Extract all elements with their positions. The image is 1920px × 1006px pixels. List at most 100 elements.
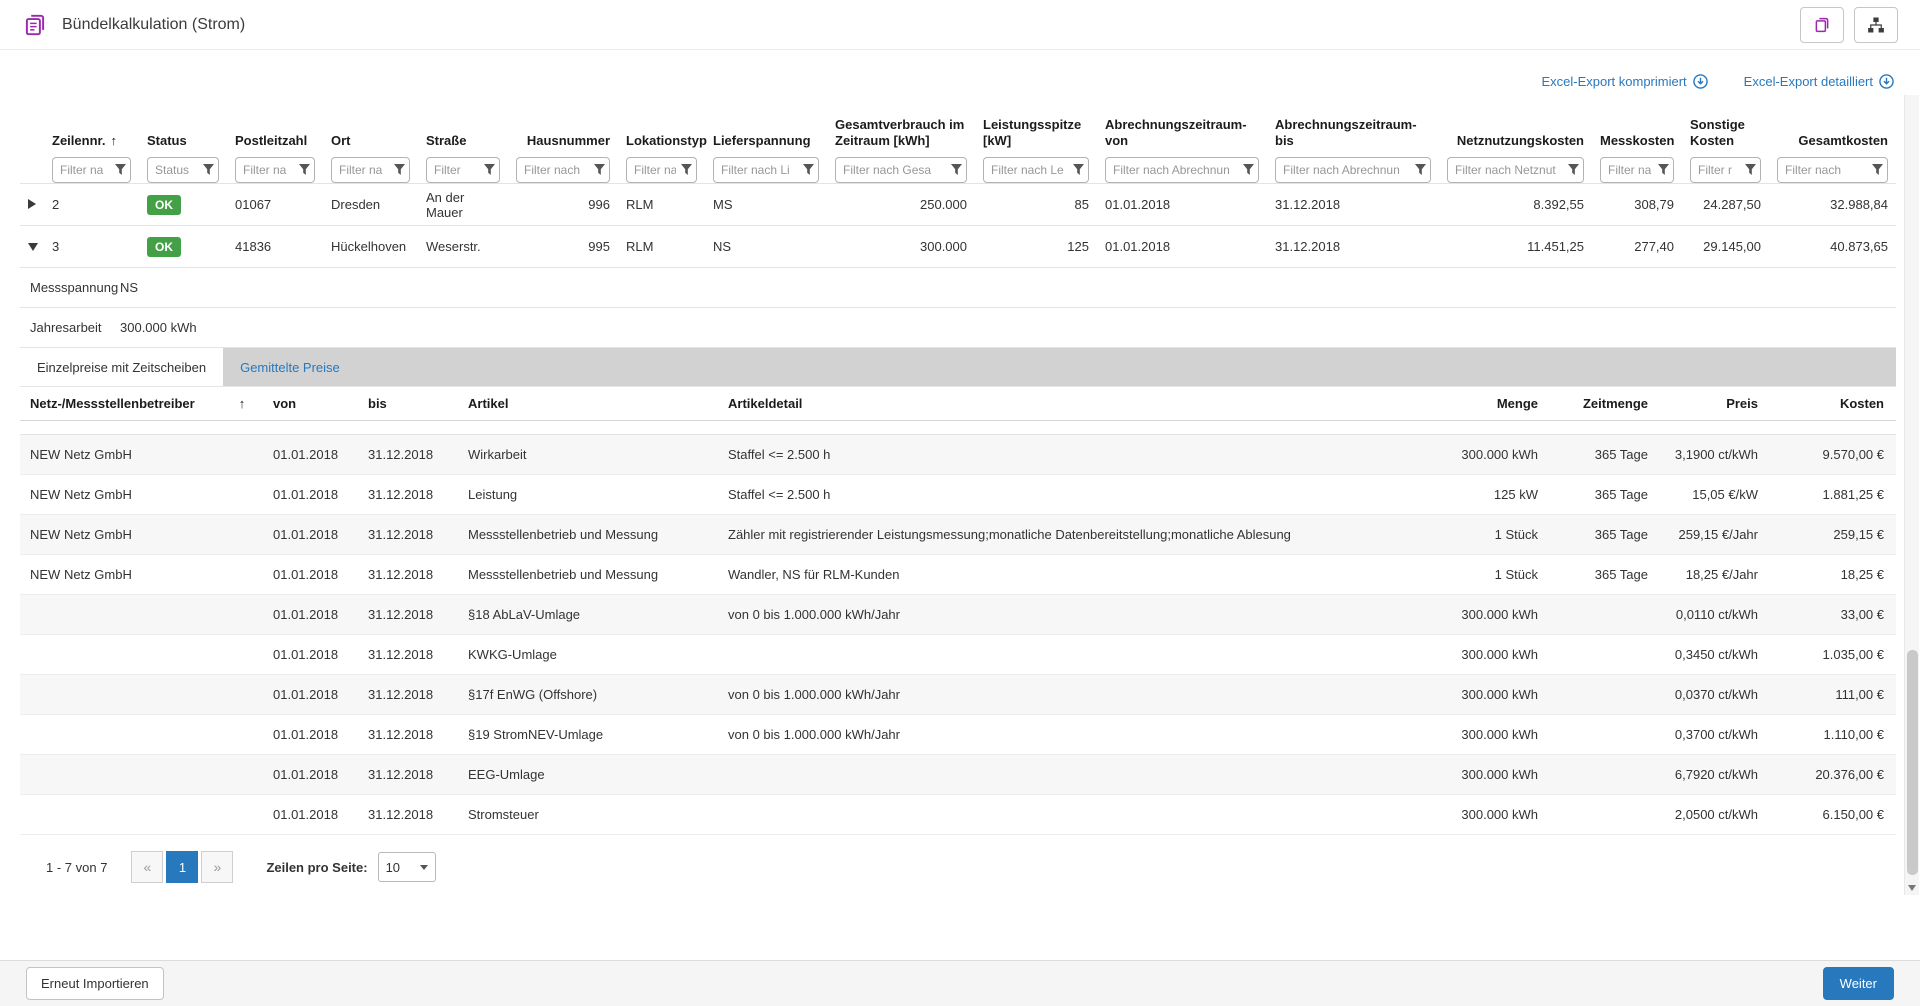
chevron-down-icon [420,865,428,870]
column-header-leistungsspitze[interactable]: Leistungsspitze [kW] [975,105,1097,157]
table-cell: OK [139,226,227,268]
table-cell: EEG-Umlage [460,755,720,795]
column-header-abrechnungszeitraum-bis[interactable]: Abrechnungszeitraum-bis [1267,105,1439,157]
filter-cell [1267,157,1439,184]
column-header-menge[interactable]: Menge [1420,387,1550,421]
column-header-abrechnungszeitraum-von[interactable]: Abrechnungszeitraum-von [1097,105,1267,157]
table-cell [20,595,265,635]
app-logo-documents-icon [22,12,48,38]
page-title: Bündelkalkulation (Strom) [62,16,245,34]
price-table-row: 01.01.2018 31.12.2018 §19 StromNEV-Umlag… [20,715,1896,755]
table-cell: 996 [508,184,618,226]
expand-caret-right-icon[interactable] [28,199,36,209]
table-cell [20,421,1896,435]
table-cell: MS [705,184,827,226]
table-cell: 0,0110 ct/kWh [1660,595,1770,635]
column-header-bis[interactable]: bis [360,387,460,421]
column-header-ort[interactable]: Ort [323,105,418,157]
column-header-gesamtkosten[interactable]: Gesamtkosten [1769,105,1896,157]
filter-input-postleitzahl[interactable] [235,157,315,183]
table-cell: 31.12.2018 [360,795,460,835]
app-header: Bündelkalkulation (Strom) [0,0,1920,50]
reimport-button[interactable]: Erneut Importieren [26,967,164,1000]
table-cell: 31.12.2018 [1267,226,1439,268]
column-header-gesamtverbrauch[interactable]: Gesamtverbrauch im Zeitraum [kWh] [827,105,975,157]
footer-bar: Erneut Importieren Weiter [0,960,1920,1006]
table-cell: 300.000 kWh [1420,635,1550,675]
column-header-status[interactable]: Status [139,105,227,157]
column-label: Netz-/Messstellenbetreiber [30,396,195,411]
column-header-preis[interactable]: Preis [1660,387,1770,421]
messspannung-row: Messspannung NS [20,268,1896,308]
pagination-next-button[interactable]: » [201,851,233,883]
jahresarbeit-label: Jahresarbeit [30,320,120,335]
documents-view-button[interactable] [1800,7,1844,43]
table-cell: 31.12.2018 [360,755,460,795]
column-header-lokationstyp[interactable]: Lokationstyp [618,105,705,157]
column-header-artikel[interactable]: Artikel [460,387,720,421]
filter-input-hausnummer[interactable] [516,157,610,183]
pagination-page-1-button[interactable]: 1 [166,851,198,883]
table-cell: 111,00 € [1770,675,1896,715]
column-header-strasse[interactable]: Straße [418,105,508,157]
documents-icon [1813,16,1831,34]
table-row[interactable]: 2 OK 01067 Dresden An der Mauer 996 RLM … [20,184,1896,226]
header-actions [1800,7,1898,43]
column-header-netznutzungskosten[interactable]: Netznutzungskosten [1439,105,1592,157]
column-header-von[interactable]: von [265,387,360,421]
table-cell: Stromsteuer [460,795,720,835]
tab-einzelpreise[interactable]: Einzelpreise mit Zeitscheiben [20,348,223,386]
table-cell: §17f EnWG (Offshore) [460,675,720,715]
table-cell: 29.145,00 [1682,226,1769,268]
filter-input-gesamtkosten[interactable] [1777,157,1888,183]
filter-input-abrechnungszeitraum-von[interactable] [1105,157,1259,183]
filter-input-leistungsspitze[interactable] [983,157,1089,183]
table-cell [720,635,1420,675]
filter-input-ort[interactable] [331,157,410,183]
pagination-prev-button[interactable]: « [131,851,163,883]
filter-input-netznutzungskosten[interactable] [1447,157,1584,183]
bundle-table: Zeilennr.↑ Status Postleitzahl Ort Straß… [20,105,1896,268]
table-cell: 0,3700 ct/kWh [1660,715,1770,755]
table-row[interactable]: 3 OK 41836 Hückelhoven Weserstr. 995 RLM… [20,226,1896,268]
structure-view-button[interactable] [1854,7,1898,43]
tab-gemittelte-preise[interactable]: Gemittelte Preise [223,348,357,386]
column-header-postleitzahl[interactable]: Postleitzahl [227,105,323,157]
column-header-betreiber[interactable]: Netz-/Messstellenbetreiber↑ [20,387,265,421]
column-header-zeilennr[interactable]: Zeilennr.↑ [44,105,139,157]
export-links-row: Excel-Export komprimiert Excel-Export de… [0,50,1920,105]
column-header-artikeldetail[interactable]: Artikeldetail [720,387,1420,421]
table-cell [1550,715,1660,755]
scrollbar-thumb[interactable] [1907,650,1918,875]
column-header-zeitmenge[interactable]: Zeitmenge [1550,387,1660,421]
price-table-row: NEW Netz GmbH 01.01.2018 31.12.2018 Wirk… [20,435,1896,475]
column-header-lieferspannung[interactable]: Lieferspannung [705,105,827,157]
scrollbar-down-arrow-icon[interactable] [1908,885,1916,891]
column-header-kosten[interactable]: Kosten [1770,387,1896,421]
table-cell: 250.000 [827,184,975,226]
content-area: Zeilennr.↑ Status Postleitzahl Ort Straß… [0,105,1920,883]
column-header-hausnummer[interactable]: Hausnummer [508,105,618,157]
filter-input-zeilennr[interactable] [52,157,131,183]
excel-export-compressed-link[interactable]: Excel-Export komprimiert [1541,74,1707,89]
filter-input-abrechnungszeitraum-bis[interactable] [1275,157,1431,183]
table-cell: 1.881,25 € [1770,475,1896,515]
excel-export-detailed-link[interactable]: Excel-Export detailliert [1744,74,1894,89]
filter-input-lieferspannung[interactable] [713,157,819,183]
table-cell: 01.01.2018 [265,475,360,515]
filter-cell [139,157,227,184]
table-cell: 300.000 kWh [1420,755,1550,795]
column-header-sonstige-kosten[interactable]: Sonstige Kosten [1682,105,1769,157]
rows-per-page-select[interactable]: 10 [378,852,436,882]
table-cell: Staffel <= 2.500 h [720,475,1420,515]
filter-input-gesamtverbrauch[interactable] [835,157,967,183]
expand-caret-down-icon[interactable] [28,243,38,251]
table-cell: 40.873,65 [1769,226,1896,268]
column-header-messkosten[interactable]: Messkosten [1592,105,1682,157]
table-cell [20,635,265,675]
table-cell: 6.150,00 € [1770,795,1896,835]
download-circle-icon [1693,74,1708,89]
table-cell: 1.035,00 € [1770,635,1896,675]
table-cell: Wandler, NS für RLM-Kunden [720,555,1420,595]
weiter-button[interactable]: Weiter [1823,967,1894,1000]
